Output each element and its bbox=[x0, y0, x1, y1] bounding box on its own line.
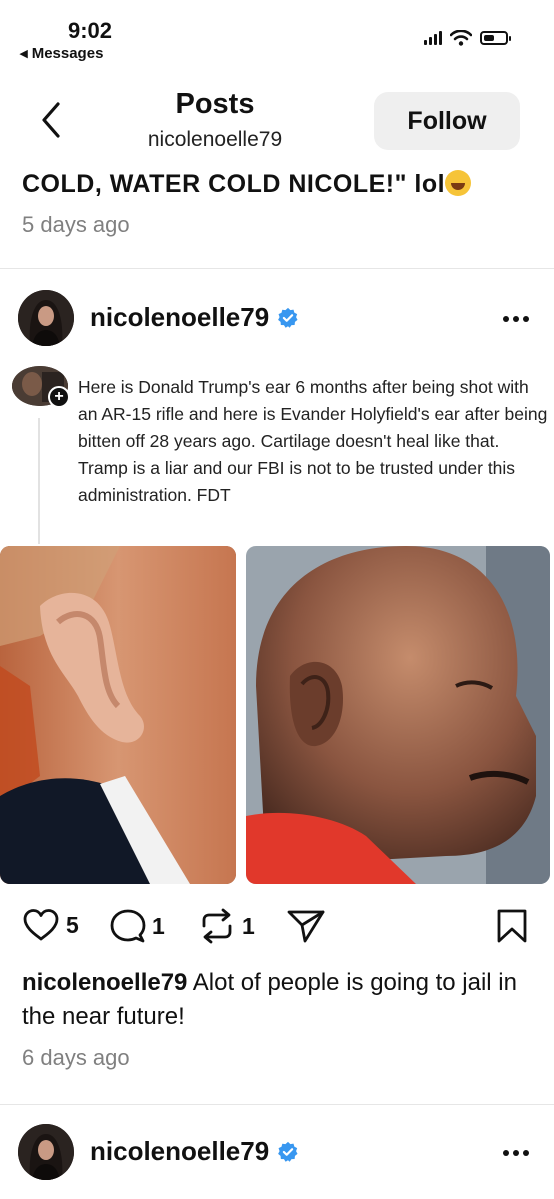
next-post-header: nicolenoelle79 bbox=[0, 1124, 554, 1182]
status-bar: 9:02 ◂ Messages bbox=[0, 0, 554, 70]
username-row: nicolenoelle79 bbox=[90, 302, 299, 333]
page-header: Posts nicolenoelle79 Follow bbox=[0, 78, 554, 160]
like-button[interactable]: 5 bbox=[22, 908, 79, 942]
follow-button[interactable]: Follow bbox=[374, 92, 520, 150]
post-image[interactable]: + Here is Donald Trump's ear 6 months af… bbox=[0, 362, 554, 886]
battery-icon bbox=[480, 31, 511, 45]
comment-icon bbox=[110, 908, 146, 944]
plus-icon: + bbox=[48, 386, 70, 408]
comment-button[interactable]: 1 bbox=[110, 908, 165, 944]
more-icon bbox=[503, 1150, 529, 1156]
post-actions: 5 1 1 bbox=[0, 900, 554, 960]
divider bbox=[0, 268, 554, 269]
username-row: nicolenoelle79 bbox=[90, 1136, 299, 1167]
comment-count: 1 bbox=[152, 912, 165, 939]
page-subtitle: nicolenoelle79 bbox=[147, 128, 283, 151]
bookmark-icon bbox=[496, 908, 528, 944]
photo-trump-ear bbox=[0, 546, 236, 884]
post-header: nicolenoelle79 bbox=[0, 290, 554, 348]
more-options-button[interactable] bbox=[502, 1138, 530, 1158]
share-button[interactable] bbox=[286, 908, 326, 944]
wifi-icon bbox=[450, 30, 472, 46]
laughing-emoji-icon bbox=[445, 170, 472, 196]
like-count: 5 bbox=[66, 911, 79, 938]
more-icon bbox=[503, 316, 529, 322]
status-icons bbox=[424, 30, 511, 46]
avatar[interactable] bbox=[18, 1124, 74, 1180]
back-to-messages-link[interactable]: ◂ Messages bbox=[20, 44, 103, 62]
previous-caption-text: COLD, WATER COLD NICOLE!" lol bbox=[22, 170, 446, 198]
more-options-button[interactable] bbox=[502, 304, 530, 324]
heart-icon bbox=[22, 908, 60, 942]
page-title: Posts bbox=[175, 88, 255, 120]
post-username[interactable]: nicolenoelle79 bbox=[90, 302, 269, 333]
signal-icon bbox=[424, 31, 442, 45]
verified-badge-icon bbox=[278, 307, 298, 328]
divider bbox=[0, 1104, 554, 1105]
embedded-post-text: Here is Donald Trump's ear 6 months afte… bbox=[78, 377, 548, 505]
repost-count: 1 bbox=[242, 912, 255, 939]
photo-holyfield-ear bbox=[246, 546, 550, 884]
repost-icon bbox=[198, 908, 236, 944]
previous-post-caption: COLD, WATER COLD NICOLE!" lol bbox=[22, 170, 472, 199]
avatar[interactable] bbox=[18, 290, 74, 346]
caption-username[interactable]: nicolenoelle79 bbox=[22, 969, 187, 996]
repost-button[interactable]: 1 bbox=[198, 908, 255, 944]
save-button[interactable] bbox=[496, 908, 528, 944]
send-icon bbox=[286, 908, 326, 944]
previous-post-timestamp: 5 days ago bbox=[22, 212, 130, 237]
post-caption: nicolenoelle79 Alot of people is going t… bbox=[22, 966, 542, 1034]
post-timestamp: 6 days ago bbox=[22, 1045, 130, 1070]
next-post-username[interactable]: nicolenoelle79 bbox=[90, 1136, 269, 1167]
status-time: 9:02 bbox=[68, 18, 113, 43]
verified-badge-icon bbox=[278, 1141, 298, 1162]
thread-line bbox=[38, 418, 40, 544]
